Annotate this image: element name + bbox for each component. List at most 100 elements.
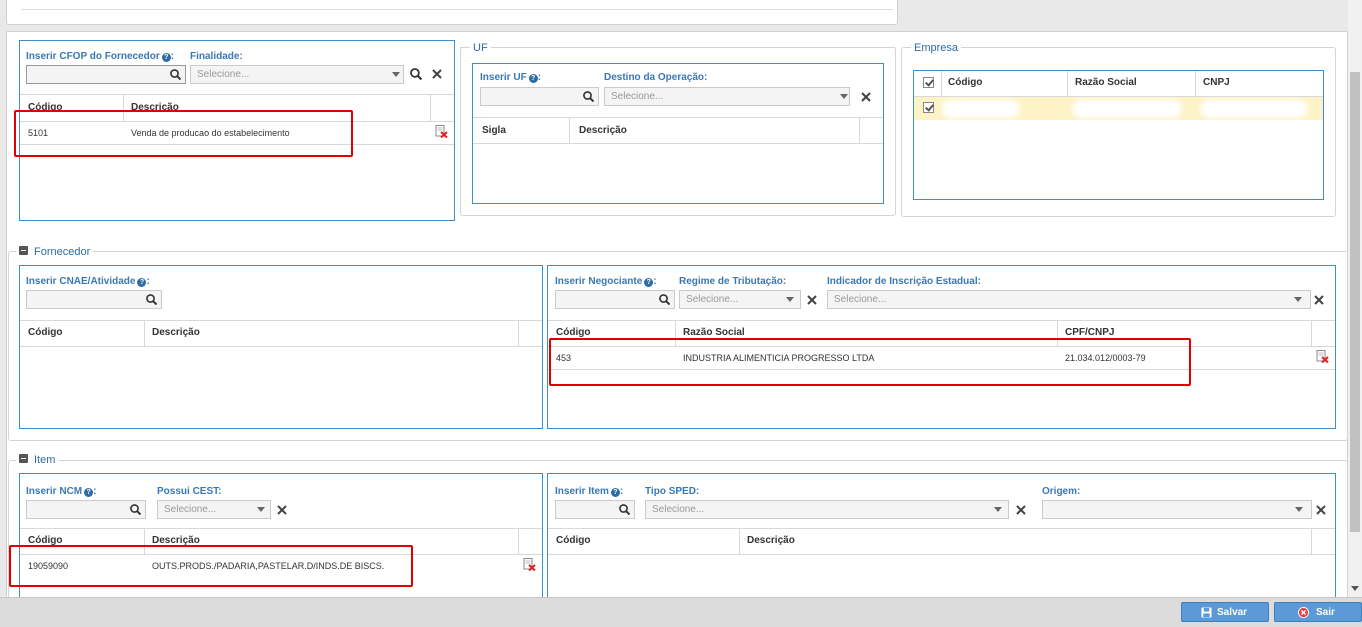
clear-icon[interactable]: [432, 69, 442, 79]
chevron-down-icon[interactable]: [786, 297, 794, 302]
cfop-search-field[interactable]: [27, 66, 185, 83]
scrollbar[interactable]: [1348, 0, 1362, 597]
chevron-down-icon[interactable]: [1294, 297, 1302, 302]
fornecedor-legend-text: Fornecedor: [34, 246, 91, 258]
column-header-codigo: Código: [28, 327, 63, 338]
delete-row-icon[interactable]: [435, 125, 448, 138]
chevron-down-icon[interactable]: [1295, 507, 1303, 512]
item-insert-label: Inserir Item?:: [555, 486, 624, 497]
row-checkbox[interactable]: [923, 102, 934, 113]
scroll-down-arrow-icon[interactable]: [1351, 586, 1359, 591]
regime-select[interactable]: Selecione...: [679, 290, 801, 309]
ie-select[interactable]: Selecione...: [827, 290, 1311, 309]
uf-destino-label: Destino da Operação:: [604, 72, 708, 83]
column-separator: [430, 95, 431, 121]
column-header-razao-social: Razão Social: [1075, 77, 1137, 88]
uf-panel: Inserir UF?: Destino da Operação: Seleci…: [472, 63, 884, 204]
header-top-line: [473, 117, 883, 118]
search-icon[interactable]: [619, 504, 630, 515]
ncm-panel: Inserir NCM?: Possui CEST: Selecione... …: [19, 473, 543, 613]
origem-select[interactable]: [1042, 500, 1312, 519]
uf-search-field[interactable]: [481, 88, 598, 105]
help-icon[interactable]: ?: [610, 488, 620, 497]
help-icon[interactable]: ?: [644, 278, 654, 287]
sped-select[interactable]: Selecione...: [645, 500, 1009, 519]
column-separator: [941, 71, 942, 96]
empresa-panel: Código Razão Social CNPJ: [913, 70, 1324, 200]
cfop-finalidade-select[interactable]: Selecione...: [190, 65, 404, 84]
column-separator: [518, 321, 519, 346]
uf-search-input[interactable]: [480, 87, 599, 106]
ncm-search-field[interactable]: [27, 501, 145, 518]
highlight-box: [14, 110, 353, 157]
save-button-label: Salvar: [1217, 607, 1248, 618]
delete-row-icon[interactable]: [1316, 350, 1329, 363]
clear-icon[interactable]: [1016, 505, 1026, 515]
search-icon[interactable]: [130, 504, 141, 515]
top-divider: [21, 9, 893, 10]
column-separator: [1311, 321, 1312, 346]
redacted-codigo: [946, 104, 1016, 114]
item-panel: Inserir Item?: Tipo SPED: Origem: Seleci…: [547, 473, 1336, 613]
column-header-descricao: Descrição: [747, 535, 795, 546]
exit-button[interactable]: Sair: [1274, 602, 1362, 622]
search-icon[interactable]: [146, 294, 157, 305]
negociante-search-input[interactable]: [555, 290, 675, 309]
column-header-sigla: Sigla: [482, 125, 506, 136]
collapse-icon[interactable]: [19, 454, 28, 463]
search-icon[interactable]: [659, 294, 670, 305]
search-icon[interactable]: [170, 69, 181, 80]
help-icon[interactable]: ?: [528, 74, 538, 83]
header-top-line: [548, 320, 1335, 321]
clear-icon[interactable]: [1316, 505, 1326, 515]
chevron-down-icon[interactable]: [840, 94, 848, 99]
column-separator: [569, 118, 570, 143]
cfop-search-input[interactable]: [26, 65, 186, 84]
uf-insert-label: Inserir UF?:: [480, 72, 542, 83]
column-separator: [739, 529, 740, 554]
cest-label: Possui CEST:: [157, 486, 222, 497]
clear-icon[interactable]: [1314, 295, 1324, 305]
cfop-finalidade-label: Finalidade:: [190, 51, 243, 62]
uf-legend: UF: [470, 42, 491, 54]
chevron-down-icon[interactable]: [994, 507, 1002, 512]
help-icon[interactable]: ?: [84, 488, 94, 497]
item-legend-text: Item: [34, 454, 56, 466]
scrollbar-thumb[interactable]: [1350, 72, 1360, 532]
regime-label: Regime de Tributação:: [679, 276, 787, 287]
uf-destino-select[interactable]: Selecione...: [604, 87, 850, 106]
column-separator: [144, 321, 145, 346]
delete-row-icon[interactable]: [523, 558, 536, 571]
help-icon[interactable]: ?: [161, 53, 171, 62]
cnae-search-input[interactable]: [26, 290, 162, 309]
item-search-input[interactable]: [555, 500, 635, 519]
column-header-descricao: Descrição: [579, 125, 627, 136]
header-bottom-line: [473, 143, 883, 144]
column-separator: [1195, 71, 1196, 96]
column-separator: [518, 529, 519, 554]
collapse-icon[interactable]: [19, 246, 28, 255]
column-separator: [1067, 71, 1068, 96]
column-separator: [1311, 529, 1312, 554]
redacted-razao-social: [1076, 104, 1178, 114]
cnae-panel: Inserir CNAE/Atividade?: Código Descriçã…: [19, 265, 543, 429]
ncm-search-input[interactable]: [26, 500, 146, 519]
clear-icon[interactable]: [807, 295, 817, 305]
select-all-checkbox[interactable]: [923, 77, 934, 88]
save-button[interactable]: Salvar: [1181, 602, 1269, 622]
clear-icon[interactable]: [277, 505, 287, 515]
floppy-disk-icon: [1201, 607, 1212, 618]
chevron-down-icon[interactable]: [392, 72, 400, 77]
empresa-legend: Empresa: [911, 42, 962, 54]
column-separator: [859, 118, 860, 143]
search-icon[interactable]: [410, 68, 422, 80]
search-icon[interactable]: [583, 91, 594, 102]
negociante-search-field[interactable]: [556, 291, 674, 308]
clear-icon[interactable]: [861, 92, 871, 102]
cnae-search-field[interactable]: [27, 291, 161, 308]
chevron-down-icon[interactable]: [257, 507, 265, 512]
table-row-selected[interactable]: [914, 97, 1323, 120]
column-header-cnpj: CNPJ: [1203, 77, 1230, 88]
cest-select[interactable]: Selecione...: [157, 500, 271, 519]
highlight-box: [9, 545, 413, 587]
